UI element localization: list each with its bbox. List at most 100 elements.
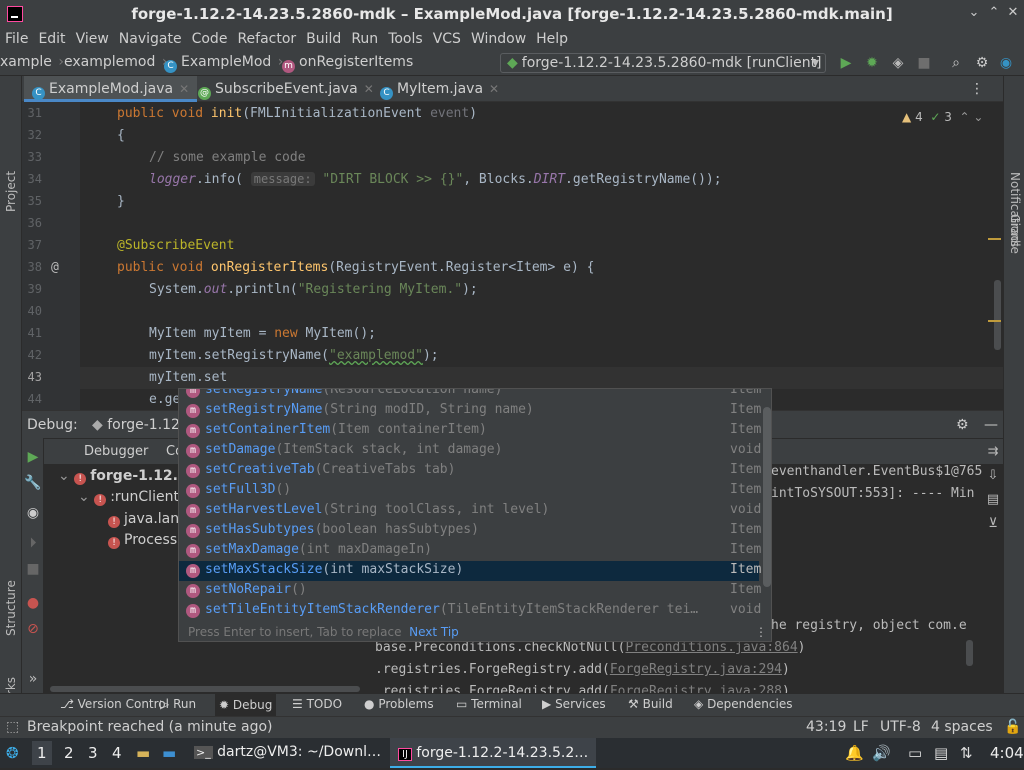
- completion-item[interactable]: m setNoRepair() Item: [179, 581, 761, 601]
- completion-item[interactable]: m setCreativeTab(CreativeTabs tab) Item: [179, 461, 761, 481]
- breakpoints-icon[interactable]: ●: [22, 592, 44, 614]
- breadcrumb-project[interactable]: xample ›: [0, 54, 66, 70]
- console-scrollbar[interactable]: [966, 640, 973, 666]
- completion-item[interactable]: m setRegistryName(ResourceLocation name) I…: [179, 389, 761, 401]
- resume-icon[interactable]: ▶: [22, 446, 44, 468]
- run-icon[interactable]: ▶: [838, 55, 854, 71]
- clipboard-icon[interactable]: ▤: [934, 744, 948, 762]
- start-menu-icon[interactable]: ❂: [6, 744, 19, 762]
- breadcrumb-package[interactable]: examplemod ›: [64, 54, 169, 70]
- file-encoding[interactable]: UTF-8: [880, 719, 921, 735]
- tab-debugger[interactable]: Debugger: [84, 444, 148, 459]
- stop-icon[interactable]: ■: [916, 55, 932, 71]
- stack-link[interactable]: Preconditions.java:864: [625, 640, 797, 655]
- tool-dependencies[interactable]: ◈ Dependencies: [694, 697, 792, 711]
- menu-navigate[interactable]: Navigate: [114, 28, 187, 50]
- lock-icon[interactable]: 🔓: [1004, 719, 1021, 735]
- tool-services[interactable]: ▶ Services: [542, 697, 606, 711]
- completion-item[interactable]: m setFull3D() Item: [179, 481, 761, 501]
- completion-item[interactable]: m setContainerItem(Item containerItem) Ite…: [179, 421, 761, 441]
- display-icon[interactable]: ▭: [908, 744, 922, 762]
- tool-run[interactable]: ▷ Run: [160, 697, 196, 711]
- print-icon[interactable]: ▤: [983, 488, 1003, 512]
- clear-icon[interactable]: ⊻: [983, 512, 1003, 536]
- line-separator[interactable]: LF: [853, 719, 869, 735]
- completion-item[interactable]: m setMaxDamage(int maxDamageIn) Item: [179, 541, 761, 561]
- override-annotation-icon[interactable]: @: [51, 260, 59, 275]
- tool-todo[interactable]: ☰ TODO: [292, 697, 342, 711]
- volume-icon[interactable]: 🔊: [872, 744, 891, 762]
- pause-icon[interactable]: ⏵: [22, 532, 44, 554]
- editor-gutter[interactable]: [22, 102, 80, 410]
- soft-wrap-icon[interactable]: ⇉: [983, 440, 1003, 464]
- tool-debug[interactable]: ✹ Debug: [215, 694, 277, 717]
- view-breakpoints-icon[interactable]: ◉: [22, 502, 44, 524]
- menu-tools[interactable]: Tools: [383, 28, 428, 50]
- taskbar-terminal[interactable]: >_ dartz@VM3: ~/Downl…: [194, 744, 381, 760]
- completion-item[interactable]: m setRegistryName(String modID, String na…: [179, 401, 761, 421]
- completion-item[interactable]: m setDamage(ItemStack stack, int damage) v…: [179, 441, 761, 461]
- close-button[interactable]: ✕: [1005, 5, 1021, 21]
- tree-node-runclient[interactable]: ⌄ !:runClient: [78, 489, 179, 506]
- close-tab-icon[interactable]: ✕: [489, 82, 499, 96]
- mute-breakpoints-icon[interactable]: ⊘: [22, 618, 44, 640]
- status-message[interactable]: Breakpoint reached (a minute ago): [27, 719, 272, 735]
- menu-build[interactable]: Build: [301, 28, 346, 50]
- gradle-tool-button[interactable]: Gradle: [1008, 214, 1022, 254]
- indent-setting[interactable]: 4 spaces: [931, 719, 993, 735]
- more-options-icon[interactable]: ⋮: [755, 621, 767, 641]
- stack-link[interactable]: ForgeRegistry.java:288: [610, 684, 782, 693]
- tree-node-process[interactable]: ! Process: [108, 532, 177, 549]
- tool-version-control[interactable]: ⎇ Version Control: [60, 697, 169, 711]
- tab-myitem-java[interactable]: C MyItem.java ✕: [372, 76, 507, 102]
- hide-panel-icon[interactable]: —: [984, 417, 998, 433]
- workspace-2[interactable]: 2: [64, 744, 74, 762]
- clock[interactable]: 4:04: [990, 744, 1024, 762]
- more-icon[interactable]: »: [22, 668, 44, 690]
- maximize-button[interactable]: ⌃: [986, 5, 1002, 21]
- desktop-icon[interactable]: ▬: [162, 744, 176, 762]
- next-tip-link[interactable]: Next Tip: [409, 625, 459, 639]
- settings-gear-icon[interactable]: ⚙: [974, 55, 990, 71]
- tool-problems[interactable]: ● Problems: [364, 697, 434, 711]
- workspace-4[interactable]: 4: [112, 744, 122, 762]
- error-stripe-mark[interactable]: [988, 320, 1001, 322]
- scroll-to-end-icon[interactable]: ⇩: [983, 464, 1003, 488]
- menu-vcs[interactable]: VCS: [428, 28, 466, 50]
- run-configuration-select[interactable]: ◆ forge-1.12.2-14.23.5.2860-mdk [runClien…: [500, 53, 826, 73]
- menu-help[interactable]: Help: [531, 28, 573, 50]
- network-tray-icon[interactable]: ⇅: [960, 744, 973, 762]
- tool-terminal[interactable]: ▭ Terminal: [456, 697, 522, 711]
- tree-node-java[interactable]: ! java.lan: [108, 511, 179, 528]
- menu-view[interactable]: View: [71, 28, 114, 50]
- structure-tool-button[interactable]: Structure: [4, 580, 18, 636]
- breadcrumb-class[interactable]: C ExampleMod ›: [164, 54, 285, 73]
- menu-refactor[interactable]: Refactor: [232, 28, 301, 50]
- tab-subscribeevent-java[interactable]: @ SubscribeEvent.java ✕: [190, 76, 382, 102]
- code-completion-popup[interactable]: m setRegistryName(ResourceLocation name) I…: [178, 388, 772, 642]
- taskbar-ide[interactable]: IJ forge-1.12.2-14.23.5.2…: [390, 738, 597, 768]
- debug-bug-icon[interactable]: ✹: [864, 55, 880, 71]
- status-toggle-icon[interactable]: ⬚: [6, 719, 19, 735]
- close-tab-icon[interactable]: ✕: [179, 82, 189, 96]
- inspection-widget[interactable]: ▲ 4 ✓ 3 ⌃ ⌄: [902, 110, 983, 124]
- error-stripe-mark[interactable]: [988, 238, 1001, 240]
- menu-edit[interactable]: Edit: [33, 28, 70, 50]
- completion-item-selected[interactable]: m setMaxStackSize(int maxStackSize) Item: [179, 561, 761, 581]
- stop-icon[interactable]: ■: [22, 558, 44, 580]
- completion-item[interactable]: m setHasSubtypes(boolean hasSubtypes) Item: [179, 521, 761, 541]
- wrench-icon[interactable]: 🔧: [22, 472, 44, 494]
- search-icon[interactable]: ⌕: [948, 55, 964, 71]
- network-icon[interactable]: 🔔: [845, 744, 864, 762]
- settings-gear-icon[interactable]: ⚙: [956, 417, 969, 433]
- workspace-3[interactable]: 3: [88, 744, 98, 762]
- editor-scrollbar[interactable]: [994, 280, 1001, 350]
- tab-examplemod-java[interactable]: C ExampleMod.java ✕: [24, 76, 198, 102]
- breadcrumb-method[interactable]: m onRegisterItems: [282, 54, 413, 73]
- tab-overflow-menu[interactable]: ⋮: [970, 76, 984, 102]
- code-editor[interactable]: 31 32 33 34 35 36 37 38 39 40 41 42 43 4…: [22, 102, 1003, 410]
- project-tool-button[interactable]: Project: [4, 171, 18, 212]
- tool-build[interactable]: ⚒ Build: [628, 697, 673, 711]
- menu-window[interactable]: Window: [466, 28, 531, 50]
- completion-item[interactable]: m setHarvestLevel(String toolClass, int l…: [179, 501, 761, 521]
